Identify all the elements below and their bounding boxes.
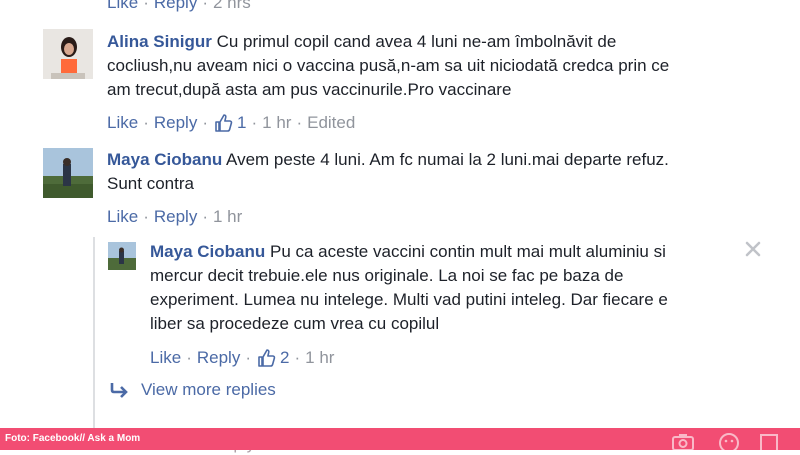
photo-credit-text: Foto: Facebook// Ask a Mom xyxy=(5,433,141,444)
top-comment-actions: Like · Reply · 2 hrs xyxy=(107,0,251,13)
thumbs-up-icon[interactable] xyxy=(213,113,233,133)
comment-author[interactable]: Alina Sinigur xyxy=(107,32,212,51)
reply-text-line: liber sa procedeze cum vrea cu copilul xyxy=(150,314,440,333)
close-icon[interactable] xyxy=(744,240,762,258)
reaction-count[interactable]: 2 xyxy=(280,348,289,368)
reply-actions: Like · Reply · 2 · 1 hr xyxy=(150,348,334,368)
separator: · xyxy=(143,113,149,132)
view-more-replies-label: View more replies xyxy=(141,380,276,399)
separator: · xyxy=(251,113,258,132)
separator: · xyxy=(202,207,208,226)
separator: · xyxy=(245,348,251,367)
separator: · xyxy=(294,348,301,367)
avatar-photo-icon xyxy=(43,29,93,79)
timestamp: 1 hr xyxy=(305,348,335,367)
timestamp: 1 hr xyxy=(213,207,243,226)
reply-link[interactable]: Reply xyxy=(154,113,197,133)
emoji-icon[interactable] xyxy=(718,432,740,453)
reply-text-line: experiment. Lumea nu intelege. Multi vad… xyxy=(150,290,668,309)
separator: · xyxy=(143,0,149,12)
reaction-count[interactable]: 1 xyxy=(237,113,246,133)
avatar[interactable] xyxy=(108,242,136,270)
sticker-icon[interactable] xyxy=(760,434,778,450)
camera-icon[interactable] xyxy=(672,433,694,451)
timestamp: 1 hr xyxy=(262,113,292,132)
thumbs-up-icon[interactable] xyxy=(256,348,276,368)
separator: · xyxy=(202,113,208,132)
reply-text-line: Pu ca aceste vaccini contin mult mai mul… xyxy=(269,242,666,261)
separator: · xyxy=(296,113,303,132)
reply-link[interactable]: Reply xyxy=(154,207,197,227)
like-link[interactable]: Like xyxy=(107,0,138,13)
comment-text-line: am trecut,după asta am pus vaccinurile.P… xyxy=(107,80,512,99)
timestamp: 2 hrs xyxy=(213,0,251,12)
reply-arrow-icon xyxy=(109,381,131,399)
view-more-replies-link[interactable]: View more replies xyxy=(109,380,276,400)
comment-actions: Like · Reply · 1 · 1 hr · Edited xyxy=(107,113,355,133)
reply-thread-line xyxy=(93,237,95,437)
comment-author[interactable]: Maya Ciobanu xyxy=(107,150,222,169)
like-link[interactable]: Like xyxy=(107,113,138,133)
separator: · xyxy=(186,348,192,367)
avatar-photo-icon xyxy=(43,148,93,198)
reply-author[interactable]: Maya Ciobanu xyxy=(150,242,265,261)
comment-body: Alina Sinigur Cu primul copil cand avea … xyxy=(107,30,787,102)
avatar-photo-icon xyxy=(108,242,136,270)
edited-label[interactable]: Edited xyxy=(307,113,355,133)
comment-text-line: Avem peste 4 luni. Am fc numai la 2 luni… xyxy=(226,150,669,169)
avatar[interactable] xyxy=(43,29,93,79)
comment-actions: Like · Reply · 1 hr xyxy=(107,207,242,227)
reply-link[interactable]: Reply xyxy=(197,348,240,368)
reply-body: Maya Ciobanu Pu ca aceste vaccini contin… xyxy=(150,240,750,336)
separator: · xyxy=(202,0,208,12)
like-link[interactable]: Like xyxy=(150,348,181,368)
reply-link[interactable]: Reply xyxy=(154,0,197,13)
reply-text-line: mercur decit trebuie.ele nus originale. … xyxy=(150,266,624,285)
comment-text-line: Sunt contra xyxy=(107,174,194,193)
like-link[interactable]: Like xyxy=(107,207,138,227)
comment-body: Maya Ciobanu Avem peste 4 luni. Am fc nu… xyxy=(107,148,787,196)
avatar[interactable] xyxy=(43,148,93,198)
comment-text-line: cocliush,nu aveam nici o vaccina pusă,n-… xyxy=(107,56,670,75)
comment-text-line: Cu primul copil cand avea 4 luni ne-am î… xyxy=(216,32,617,51)
photo-credit-bar: Foto: Facebook// Ask a Mom xyxy=(0,428,800,453)
separator: · xyxy=(143,207,149,226)
